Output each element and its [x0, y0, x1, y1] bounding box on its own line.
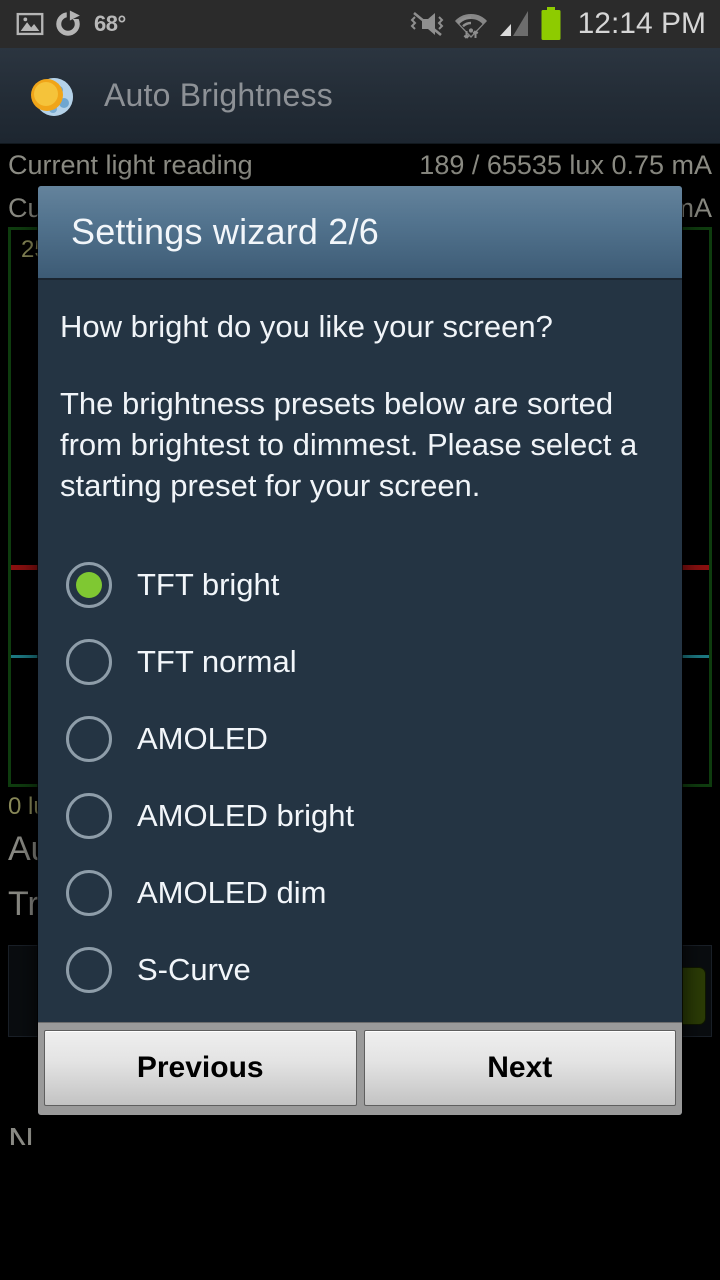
- dialog-body: How bright do you like your screen? The …: [38, 280, 682, 1022]
- app-title: Auto Brightness: [104, 77, 333, 113]
- dialog-header: Settings wizard 2/6: [38, 186, 682, 280]
- current-light-reading-row: Current light reading 189 / 65535 lux 0.…: [0, 150, 720, 181]
- radio-option-tft-normal[interactable]: TFT normal: [38, 623, 682, 700]
- gallery-image-icon: [16, 10, 44, 38]
- radio-button-icon[interactable]: [66, 869, 112, 916]
- sun-globe-icon: [26, 71, 76, 121]
- radio-option-amoled-dim[interactable]: AMOLED dim: [38, 854, 682, 931]
- radio-option-amoled-bright[interactable]: AMOLED bright: [38, 777, 682, 854]
- dialog-question-text: How bright do you like your screen?: [60, 309, 553, 344]
- dialog-description-text: The brightness presets below are sorted …: [60, 386, 638, 503]
- status-bar-left-icons: 68°: [16, 9, 126, 39]
- app-action-bar: Auto Brightness: [0, 48, 720, 144]
- bg-row-track-label: Tr: [8, 885, 39, 923]
- next-button[interactable]: Next: [363, 1030, 676, 1106]
- radio-option-label: AMOLED bright: [137, 797, 355, 833]
- current-light-reading-label: Current light reading: [8, 150, 253, 180]
- radio-button-icon[interactable]: [66, 561, 112, 608]
- radio-button-icon[interactable]: [66, 792, 112, 839]
- radio-option-label: S-Curve: [137, 951, 251, 987]
- brightness-preset-radio-group: TFT bright TFT normal AMOLED AMOLED brig…: [38, 546, 682, 1016]
- wifi-icon: [454, 8, 488, 40]
- clock-label: 12:14 PM: [577, 7, 706, 40]
- current-light-reading-value: 189 / 65535 lux 0.75 mA: [419, 150, 712, 180]
- settings-wizard-dialog: Settings wizard 2/6 How bright do you li…: [38, 186, 682, 1115]
- temperature-label: 68°: [94, 11, 126, 36]
- radio-button-icon[interactable]: [66, 715, 112, 762]
- dialog-title: Settings wizard 2/6: [71, 211, 379, 252]
- phone-screen: 68° 12:14 PM Auto Brightness Current lig…: [0, 0, 720, 1280]
- battery-icon: [540, 7, 562, 41]
- status-bar-right-icons: 12:14 PM: [410, 7, 706, 41]
- rotation-icon: [53, 9, 83, 39]
- radio-option-s-curve[interactable]: S-Curve: [38, 931, 682, 1008]
- previous-button[interactable]: Previous: [44, 1030, 357, 1106]
- radio-button-icon[interactable]: [66, 638, 112, 685]
- radio-option-label: TFT normal: [137, 643, 297, 679]
- radio-option-label: TFT bright: [137, 566, 280, 602]
- radio-option-label: AMOLED dim: [137, 874, 327, 910]
- radio-selected-dot-icon: [76, 571, 102, 598]
- radio-option-label: AMOLED: [137, 720, 268, 756]
- dialog-footer: Previous Next: [38, 1022, 682, 1115]
- radio-option-amoled[interactable]: AMOLED: [38, 700, 682, 777]
- vibrate-mute-icon: [410, 9, 444, 39]
- signal-bars-icon: [498, 9, 530, 39]
- bg-row-n-label: N: [8, 1120, 34, 1145]
- radio-option-tft-bright[interactable]: TFT bright: [38, 546, 682, 623]
- radio-button-icon[interactable]: [66, 946, 112, 993]
- status-bar: 68° 12:14 PM: [0, 0, 720, 48]
